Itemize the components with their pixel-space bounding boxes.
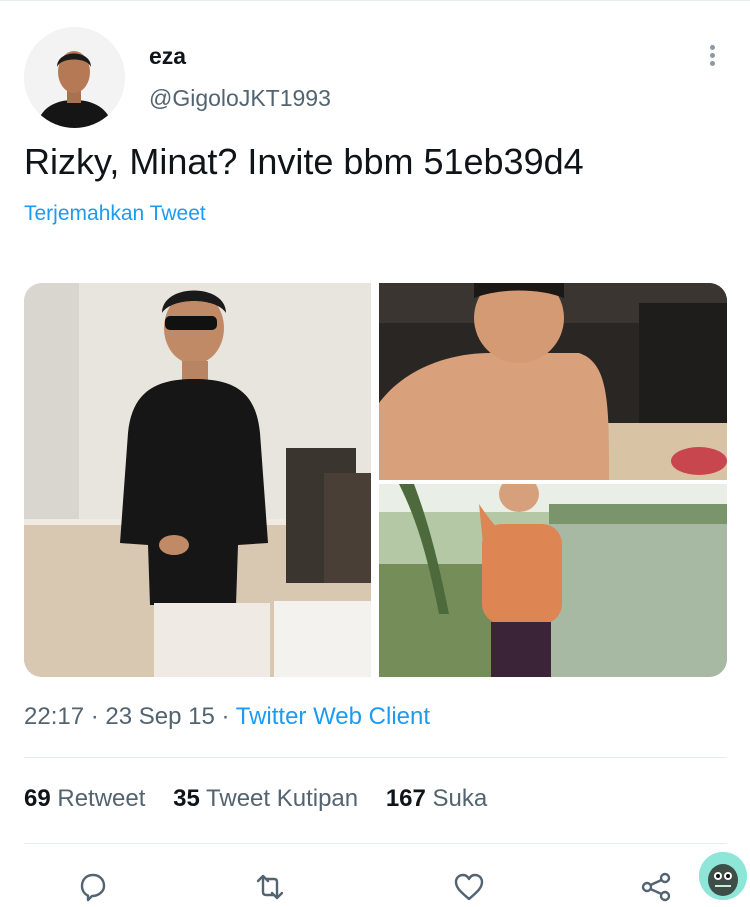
tweet-stats: 69 Retweet 35 Tweet Kutipan 167 Suka bbox=[24, 785, 508, 813]
retweet-count: 69 bbox=[24, 785, 51, 812]
tweet-actions bbox=[0, 860, 750, 907]
reply-icon[interactable] bbox=[76, 870, 110, 904]
photo-top-right[interactable] bbox=[379, 283, 727, 480]
heart-icon[interactable] bbox=[452, 870, 486, 904]
retweet-icon[interactable] bbox=[253, 870, 287, 904]
user-handle[interactable]: @GigoloJKT1993 bbox=[149, 85, 331, 112]
photo-left[interactable] bbox=[24, 283, 371, 677]
retweet-count-link[interactable]: 69 Retweet bbox=[24, 785, 145, 812]
more-vertical-icon[interactable] bbox=[700, 42, 724, 72]
tweet-source[interactable]: Twitter Web Client bbox=[236, 703, 430, 730]
quote-label: Tweet Kutipan bbox=[206, 785, 359, 812]
photo-bottom-right[interactable] bbox=[379, 484, 727, 677]
top-divider bbox=[0, 0, 750, 1]
tweet-time[interactable]: 22:17 bbox=[24, 703, 84, 730]
avatar[interactable] bbox=[24, 27, 125, 128]
display-name[interactable]: eza bbox=[149, 43, 186, 70]
share-icon[interactable] bbox=[639, 870, 673, 904]
tweet-date[interactable]: 23 Sep 15 bbox=[105, 703, 214, 730]
floating-avatar[interactable] bbox=[697, 850, 749, 902]
translate-tweet-link[interactable]: Terjemahkan Tweet bbox=[24, 202, 206, 226]
like-count-link[interactable]: 167 Suka bbox=[386, 785, 487, 812]
divider bbox=[24, 757, 727, 758]
quote-count-link[interactable]: 35 Tweet Kutipan bbox=[173, 785, 358, 812]
like-count: 167 bbox=[385, 785, 426, 812]
quote-count: 35 bbox=[173, 785, 200, 812]
like-label: Suka bbox=[432, 785, 488, 812]
retweet-label: Retweet bbox=[57, 785, 146, 812]
divider bbox=[24, 843, 727, 844]
tweet-timestamp: 22:17 · 23 Sep 15 · Twitter Web Client bbox=[24, 703, 431, 730]
tweet-text: Rizky, Minat? Invite bbm 51eb39d4 bbox=[24, 141, 584, 182]
media-grid bbox=[24, 283, 727, 677]
